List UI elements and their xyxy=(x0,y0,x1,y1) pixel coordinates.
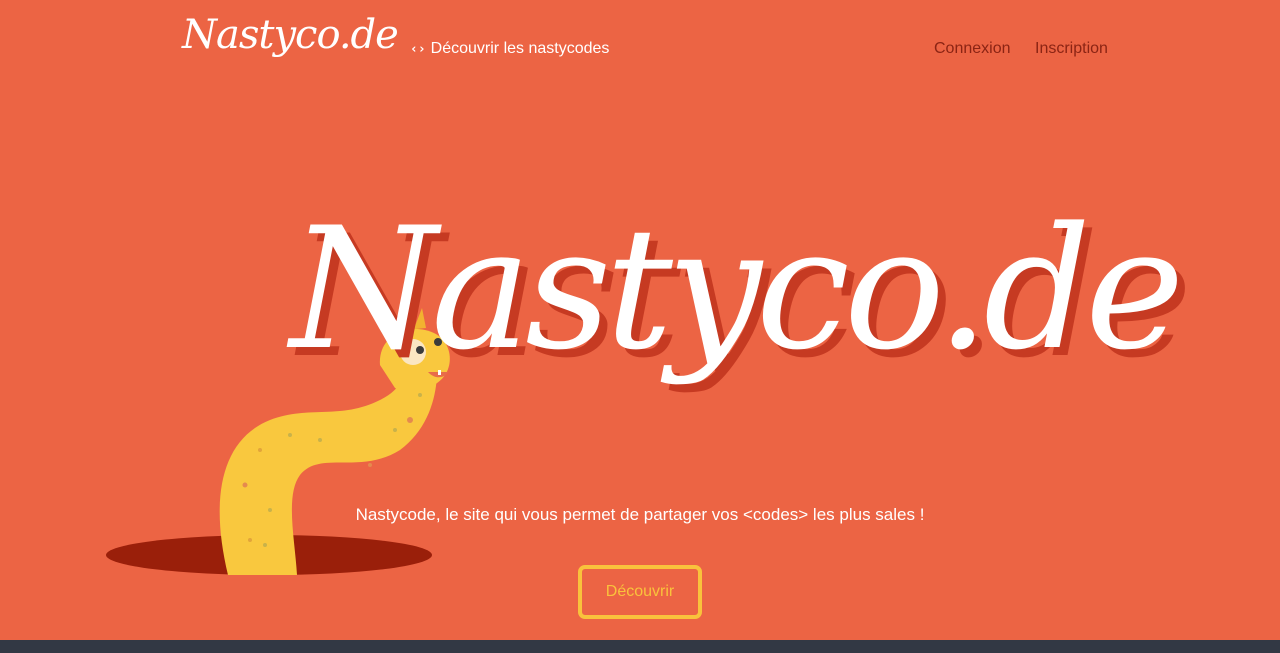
hero-tagline: Nastycode, le site qui vous permet de pa… xyxy=(355,505,925,524)
code-icon: ‹› xyxy=(410,41,426,57)
nav-discover-label: Découvrir les nastycodes xyxy=(430,40,610,57)
site-logo[interactable]: Nastyco.de xyxy=(182,12,399,58)
page: Nastyco.de ‹› Découvrir les nastycodes C… xyxy=(0,0,1280,653)
discover-button[interactable]: Découvrir xyxy=(578,565,702,619)
login-link[interactable]: Connexion xyxy=(934,40,1011,58)
hero-title: Nastyco.de xyxy=(290,191,1184,387)
signup-link[interactable]: Inscription xyxy=(1035,40,1108,58)
footer-bar xyxy=(0,640,1280,653)
nav-discover-link[interactable]: ‹› Découvrir les nastycodes xyxy=(410,40,609,58)
